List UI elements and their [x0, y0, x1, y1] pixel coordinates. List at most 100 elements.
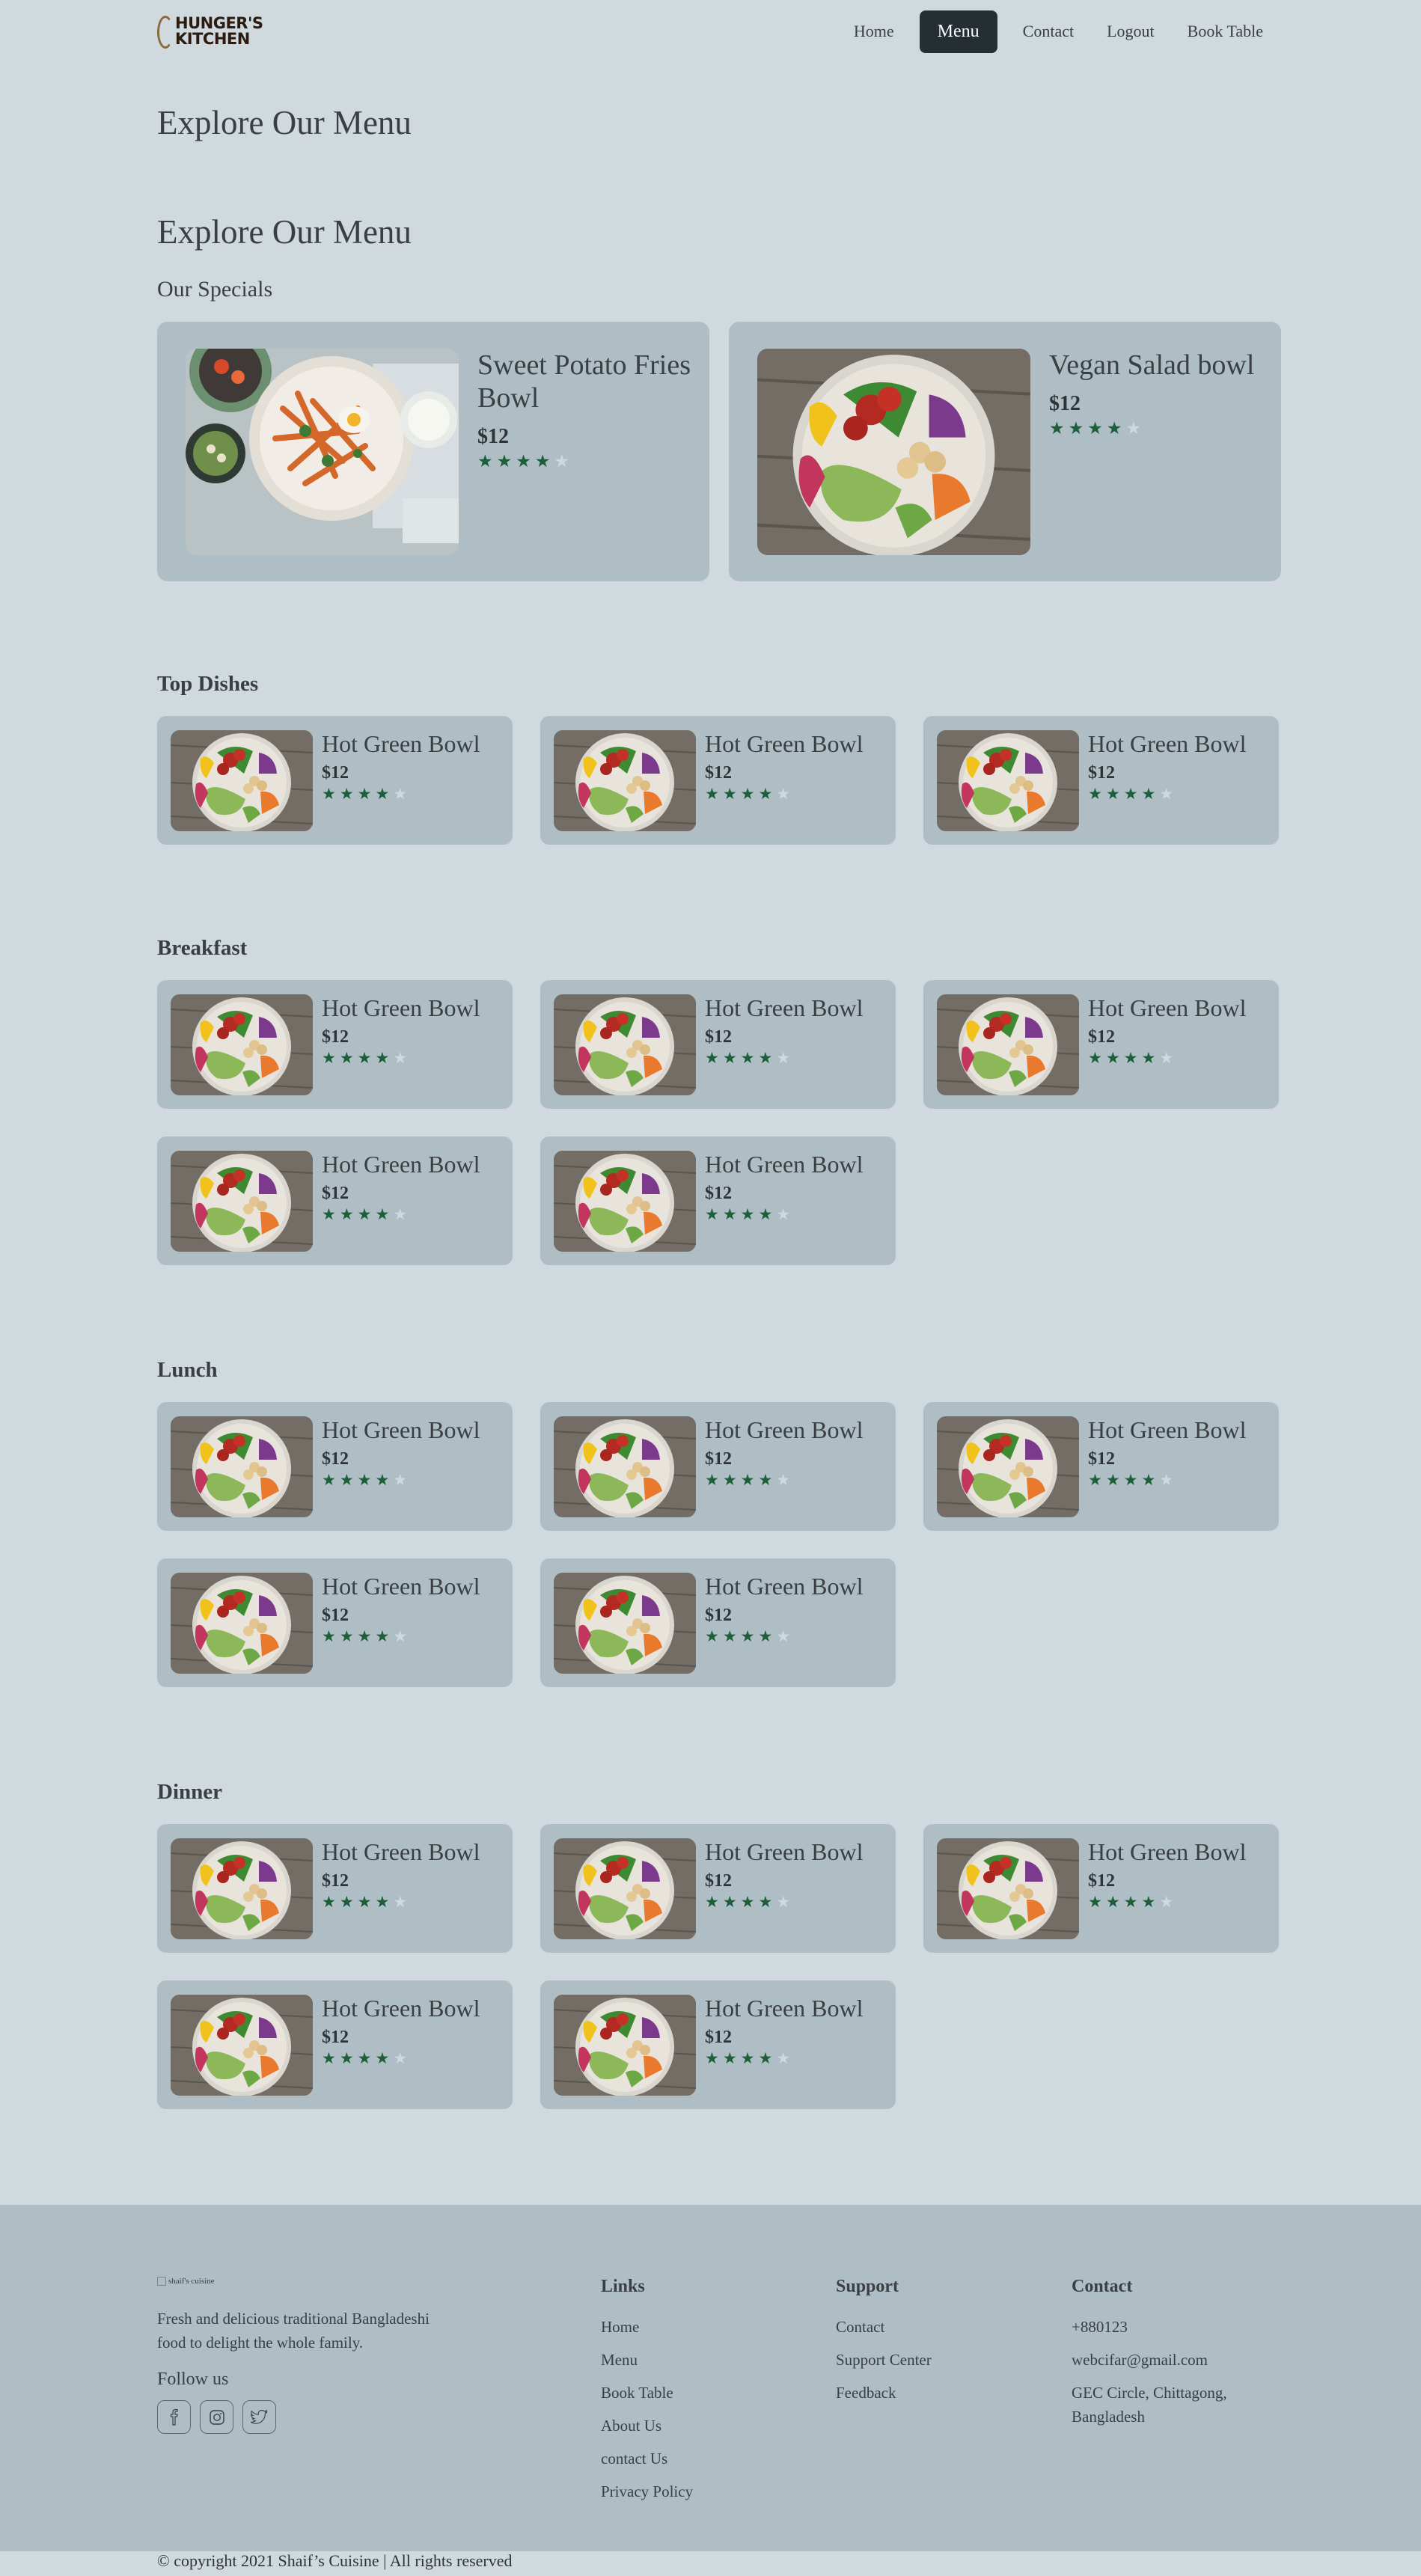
nav-link-book-table[interactable]: Book Table — [1171, 11, 1280, 52]
dish-card[interactable]: Hot Green Bowl $12 ★★★★★ — [157, 716, 513, 845]
dish-card[interactable]: Hot Green Bowl $12 ★★★★★ — [540, 1136, 896, 1265]
dish-card[interactable]: Hot Green Bowl $12 ★★★★★ — [157, 1136, 513, 1265]
nav-link-contact[interactable]: Contact — [1006, 11, 1090, 52]
footer-link-privacy-policy[interactable]: Privacy Policy — [601, 2475, 693, 2508]
star-rating: ★★★★★ — [322, 1627, 480, 1646]
dish-image — [554, 730, 696, 831]
footer-link-contact-us[interactable]: contact Us — [601, 2442, 693, 2475]
star-filled-icon: ★ — [1088, 1893, 1106, 1911]
nav-link-logout[interactable]: Logout — [1090, 11, 1171, 52]
dish-card[interactable]: Hot Green Bowl $12 ★★★★★ — [157, 1402, 513, 1531]
logo-mark-icon — [157, 16, 174, 49]
dish-price: $12 — [705, 1449, 732, 1469]
footer-link-book-table[interactable]: Book Table — [601, 2376, 693, 2409]
dish-card[interactable]: Hot Green Bowl $12 ★★★★★ — [540, 1402, 896, 1531]
dish-card[interactable]: Hot Green Bowl $12 ★★★★★ — [540, 980, 896, 1109]
star-filled-icon: ★ — [534, 452, 554, 471]
star-filled-icon: ★ — [1105, 1893, 1124, 1911]
footer-support: Support Contact Support Center Feedback — [836, 2277, 932, 2409]
dish-image — [554, 1838, 696, 1939]
star-empty-icon: ★ — [776, 1049, 795, 1067]
dish-card[interactable]: Hot Green Bowl $12 ★★★★★ — [540, 1558, 896, 1687]
star-filled-icon: ★ — [357, 785, 376, 803]
dish-card[interactable]: Hot Green Bowl $12 ★★★★★ — [923, 1824, 1279, 1953]
star-filled-icon: ★ — [1141, 1893, 1160, 1911]
star-filled-icon: ★ — [722, 785, 741, 803]
dish-card[interactable]: Hot Green Bowl $12 ★★★★★ — [540, 1980, 896, 2109]
star-filled-icon: ★ — [740, 785, 759, 803]
dish-card[interactable]: Hot Green Bowl $12 ★★★★★ — [157, 980, 513, 1109]
dish-card[interactable]: Hot Green Bowl $12 ★★★★★ — [157, 1558, 513, 1687]
star-empty-icon: ★ — [393, 1627, 412, 1645]
star-rating: ★★★★★ — [705, 1627, 864, 1646]
nav-links: Home Menu Contact Logout Book Table — [837, 10, 1280, 53]
facebook-icon[interactable] — [157, 2400, 191, 2434]
dish-name: Hot Green Bowl — [1088, 730, 1247, 757]
twitter-icon[interactable] — [242, 2400, 276, 2434]
dish-price: $12 — [705, 1871, 732, 1891]
dish-price: $12 — [705, 1184, 732, 1203]
star-filled-icon: ★ — [375, 1627, 394, 1645]
dish-name: Hot Green Bowl — [322, 1416, 480, 1443]
dish-card[interactable]: Hot Green Bowl $12 ★★★★★ — [923, 716, 1279, 845]
footer-support-feedback[interactable]: Feedback — [836, 2376, 932, 2409]
footer-email[interactable]: webcifar@gmail.com — [1072, 2343, 1266, 2376]
star-filled-icon: ★ — [1123, 1049, 1142, 1067]
footer-support-contact[interactable]: Contact — [836, 2310, 932, 2343]
star-rating: ★★★★★ — [705, 1205, 864, 1224]
nav-link-menu[interactable]: Menu — [919, 10, 997, 53]
star-empty-icon: ★ — [393, 1205, 412, 1223]
dish-name: Hot Green Bowl — [322, 994, 480, 1021]
dish-card[interactable]: Hot Green Bowl $12 ★★★★★ — [157, 1980, 513, 2109]
section-title-breakfast: Breakfast — [157, 936, 248, 960]
dish-image — [171, 994, 313, 1095]
footer-link-home[interactable]: Home — [601, 2310, 693, 2343]
star-empty-icon: ★ — [1159, 785, 1178, 803]
dish-price: $12 — [705, 1606, 732, 1625]
footer-link-about-us[interactable]: About Us — [601, 2409, 693, 2442]
dish-name: Hot Green Bowl — [1088, 1416, 1247, 1443]
dish-price: $12 — [705, 1027, 732, 1047]
special-card[interactable]: Sweet Potato Fries Bowl $12 ★★★★★ — [157, 322, 709, 581]
dish-price: $12 — [322, 1184, 349, 1203]
dish-price: $12 — [477, 425, 509, 448]
star-empty-icon: ★ — [1159, 1049, 1178, 1067]
star-filled-icon: ★ — [705, 1893, 723, 1911]
star-filled-icon: ★ — [740, 1471, 759, 1489]
star-filled-icon: ★ — [1105, 1471, 1124, 1489]
instagram-icon[interactable] — [200, 2400, 233, 2434]
dish-card[interactable]: Hot Green Bowl $12 ★★★★★ — [540, 716, 896, 845]
dish-price: $12 — [1088, 1449, 1115, 1469]
star-filled-icon: ★ — [322, 1205, 340, 1223]
footer-address: GEC Circle, Chittagong, Bangladesh — [1072, 2384, 1227, 2426]
star-filled-icon: ★ — [339, 1205, 358, 1223]
star-filled-icon: ★ — [339, 1049, 358, 1067]
star-filled-icon: ★ — [722, 1049, 741, 1067]
star-empty-icon: ★ — [393, 1049, 412, 1067]
footer-logo-alt: shaif's cuisine — [168, 2277, 215, 2286]
dish-card[interactable]: Hot Green Bowl $12 ★★★★★ — [540, 1824, 896, 1953]
star-rating: ★★★★★ — [705, 1471, 864, 1490]
star-filled-icon: ★ — [1087, 419, 1107, 438]
nav-link-home[interactable]: Home — [837, 11, 911, 52]
vegan-salad-image — [757, 349, 1030, 555]
dish-card[interactable]: Hot Green Bowl $12 ★★★★★ — [157, 1824, 513, 1953]
dish-name: Hot Green Bowl — [1088, 1838, 1247, 1865]
dish-card[interactable]: Hot Green Bowl $12 ★★★★★ — [923, 1402, 1279, 1531]
footer-brand: shaif's cuisine Fresh and delicious trad… — [157, 2277, 434, 2434]
dish-card[interactable]: Hot Green Bowl $12 ★★★★★ — [923, 980, 1279, 1109]
star-filled-icon: ★ — [1123, 1893, 1142, 1911]
brand-logo[interactable]: HUNGER'S KITCHEN — [157, 9, 263, 54]
star-filled-icon: ★ — [1088, 1049, 1106, 1067]
star-rating: ★★★★★ — [1088, 785, 1247, 804]
dish-image — [171, 1838, 313, 1939]
footer-logo: shaif's cuisine — [157, 2277, 434, 2286]
special-card[interactable]: Vegan Salad bowl $12 ★★★★★ — [729, 322, 1281, 581]
social-links — [157, 2400, 434, 2434]
dish-name: Hot Green Bowl — [705, 1995, 864, 2022]
star-filled-icon: ★ — [740, 1893, 759, 1911]
footer-support-center[interactable]: Support Center — [836, 2343, 932, 2376]
star-empty-icon: ★ — [393, 2049, 412, 2067]
footer-link-menu[interactable]: Menu — [601, 2343, 693, 2376]
dish-price: $12 — [1049, 392, 1081, 415]
